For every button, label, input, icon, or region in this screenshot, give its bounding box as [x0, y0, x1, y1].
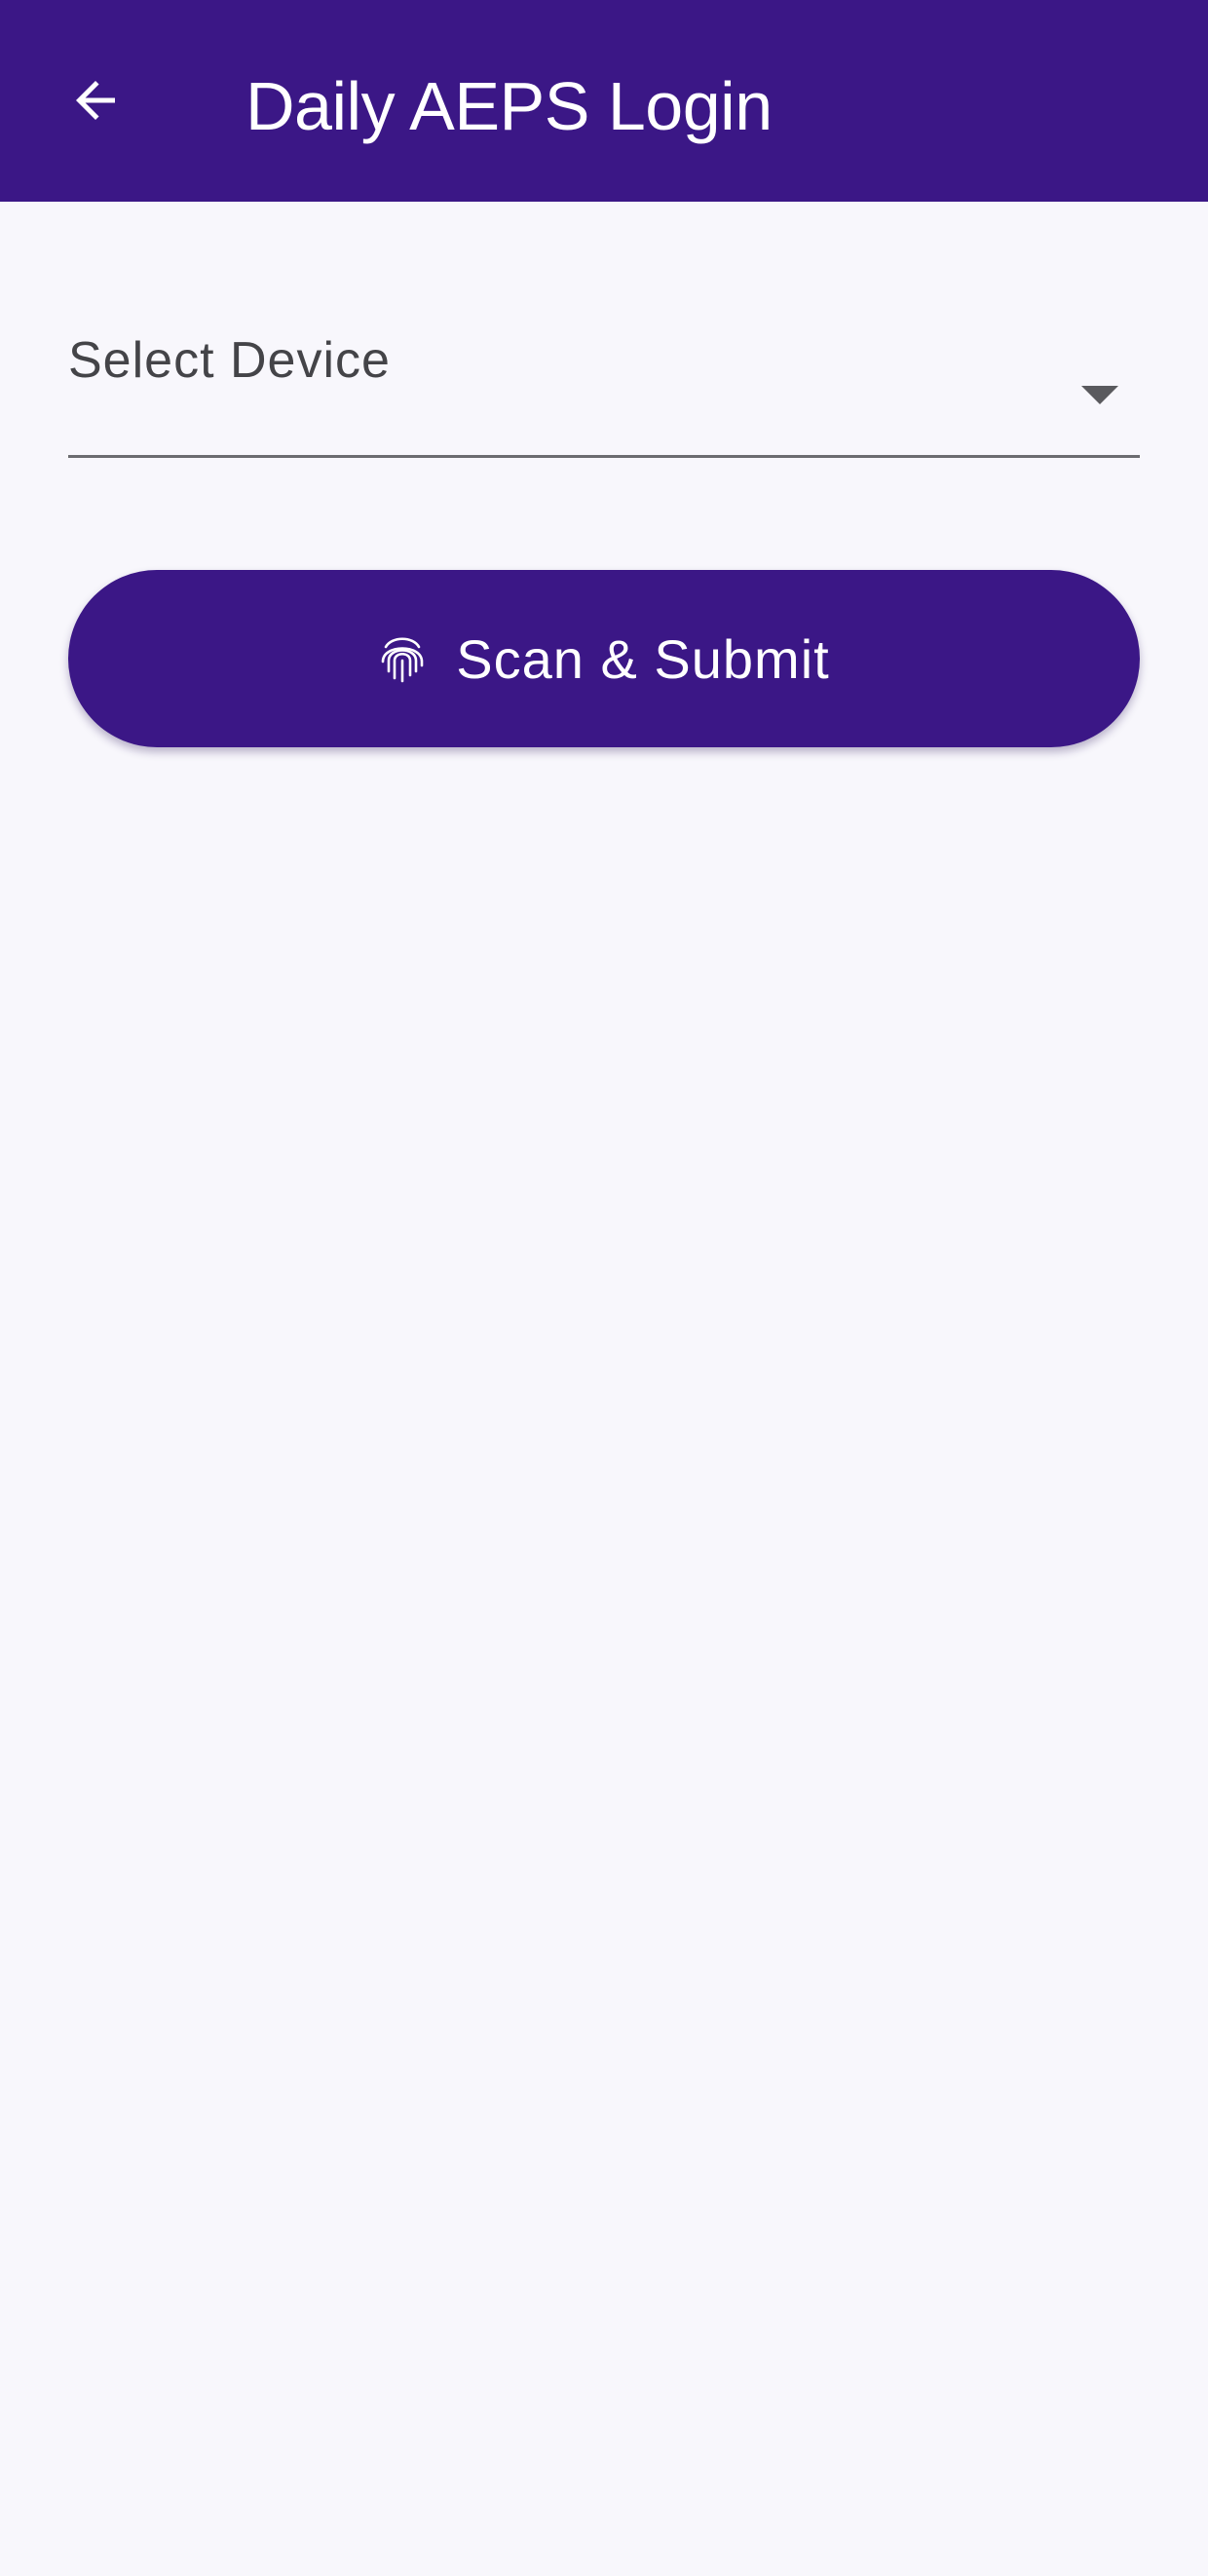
dropdown-caret-icon: [1081, 386, 1118, 404]
device-select-label: Select Device: [68, 332, 391, 389]
device-select-dropdown[interactable]: Select Device: [68, 312, 1140, 458]
select-underline: [68, 455, 1140, 458]
scan-submit-label: Scan & Submit: [456, 627, 830, 690]
app-bar: Daily AEPS Login: [0, 0, 1208, 202]
back-button[interactable]: [39, 44, 152, 157]
page-title: Daily AEPS Login: [245, 68, 773, 144]
scan-submit-button[interactable]: Scan & Submit: [68, 570, 1140, 747]
fingerprint-icon: [378, 632, 427, 685]
arrow-back-icon: [76, 81, 115, 120]
